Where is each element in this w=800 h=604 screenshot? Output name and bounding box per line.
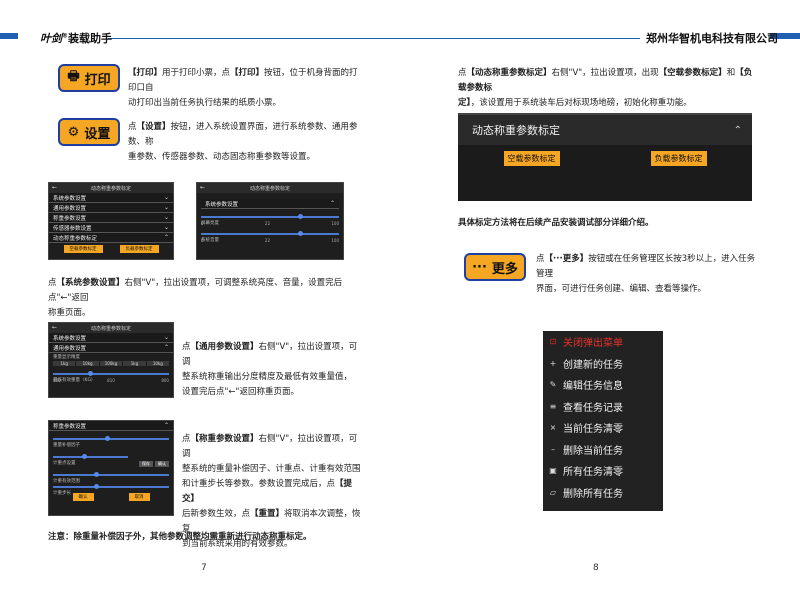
header-company: 郑州华智机电科技有限公司 [646,32,778,45]
printer-icon: 🖶 [67,69,80,84]
list-icon: ≡ [549,401,557,411]
weigh-point-slider: 计重点设置 [53,449,169,466]
empty-load-calibration-button[interactable]: 空载参数标定 [503,151,560,166]
list-item: 称重参数设置 ⌃ [49,421,173,431]
close-menu-icon: ⊡ [549,337,557,347]
header-rule-right [400,38,640,39]
header-accent-left [0,33,18,39]
back-arrow-icon: ← [200,184,206,191]
menu-item-clear-current[interactable]: × 当前任务清零 [543,417,663,439]
menu-item-edit[interactable]: ✎ 编辑任务信息 [543,374,663,396]
more-description: 点【···更多】按钮或在任务管理区长按3秒以上，进入任务管理 界面，可进行任务创建… [536,254,756,294]
menu-item-records[interactable]: ≡ 查看任务记录 [543,396,663,418]
screenshot-system-settings: ← 动态称重参数标定 系统参数设置 ⌃ 屏幕亮度 0 22 100 系统音量 0 22 10… [196,182,344,260]
chevron-down-icon: ⌄ [163,194,169,201]
pencil-icon: ✎ [549,380,557,390]
menu-item-close[interactable]: ⊡ 关闭弹出菜单 [543,331,663,353]
print-button-label: 打印 [84,72,111,88]
panel-title: 动态称重参数标定 [472,124,560,137]
chevron-up-icon: ⌃ [163,234,169,241]
note-text: 注意：除重量补偿因子外，其他参数调整均需重新进行动态称重标定。 [48,532,312,542]
settings-description: 点【设置】按钮，进入系统设置界面，进行系统参数、通用参数、称 重参数、传感器参数、… [128,122,358,162]
dynamic-calibration-description: 点【动态称重参数标定】右侧"V"，拉出设置项，出现【空载参数标定】和【负载参数标… [458,68,753,108]
page-number-left: 7 [201,563,207,573]
settings-button[interactable]: ⚙ 设置 [58,118,120,146]
list-item: 传感器参数设置 ⌄ [49,223,173,233]
gear-icon: ⚙ [67,124,80,140]
menu-item-create[interactable]: + 创建新的任务 [543,353,663,375]
x-icon: × [549,423,557,433]
full-load-calibration-button[interactable]: 负载参数标定 [650,151,707,166]
chevron-down-icon: ⌄ [163,204,169,211]
print-button[interactable]: 🖶 打印 [58,64,120,92]
chevron-up-icon: ⌃ [163,422,169,429]
print-description: 【打印】用于打印小票，点【打印】按钮，位于机身背面的打印口自 动打印出当前任务执行… [128,68,358,108]
task-popup-menu: ⊡ 关闭弹出菜单 + 创建新的任务 ✎ 编辑任务信息 ≡ 查看任务记录 × 当前任务清零 … [543,331,663,511]
list-item: 通用参数设置 ⌃ [49,343,173,353]
list-item: 系统参数设置 ⌃ [201,199,339,209]
list-item: 动态称重参数标定 ⌃ [49,233,173,243]
volume-slider: 系统音量 [201,226,339,243]
chevron-down-icon: ⌄ [163,214,169,221]
chevron-up-icon: ⌃ [163,344,169,351]
page-number-right: 8 [593,563,599,573]
list-item: 系统参数设置 ⌄ [49,333,173,343]
brand-logo: 叶剑 [40,32,62,45]
weigh-step-slider: 计重步长 [53,479,169,496]
more-button-label: 更多 [491,261,518,277]
clear-all-icon: ▣ [549,466,557,476]
chevron-up-icon: ⌃ [329,200,335,207]
back-arrow-icon: ← [52,324,58,331]
general-settings-description: 点【通用参数设置】右侧"V"，拉出设置项，可调 整系统称重输出分度精度及最低有效重… [182,342,358,397]
dynamic-calibration-panel: 动态称重参数标定 ⌃ 空载参数标定 负载参数标定 [458,113,752,201]
more-button[interactable]: ··· 更多 [464,253,526,281]
header-brand: 叶剑®装载助手 [40,30,112,46]
weigh-range-slider: 计重有效范围 [53,467,169,484]
app-name: 装载助手 [68,32,112,45]
list-item: 称重参数设置 ⌄ [49,213,173,223]
plus-icon: + [549,358,557,368]
chevron-up-icon[interactable]: ⌃ [734,125,742,136]
system-settings-description: 点【系统参数设置】右侧"V"，拉出设置项，可调整系统亮度、音量，设置完后点"←"… [48,278,343,318]
menu-item-delete-current[interactable]: – 删除当前任务 [543,439,663,461]
calibration-note: 具体标定方法将在后续产品安装调试部分详细介绍。 [458,218,654,228]
screenshot-settings-list: ← 动态称重参数标定 系统参数设置 ⌄ 通用参数设置 ⌄ 称重参数设置 ⌄ 传感器参数设… [48,182,174,260]
minus-icon: – [551,444,555,454]
menu-item-clear-all[interactable]: ▣ 所有任务清零 [543,460,663,482]
compensation-slider: 重量补偿因子 [53,431,169,448]
chevron-down-icon: ⌄ [163,334,169,341]
min-weight-slider: 最低有效重量（KG） [53,366,169,383]
list-item: 通用参数设置 ⌄ [49,203,173,213]
brightness-slider: 屏幕亮度 [201,209,339,226]
header-rule-left [108,38,400,39]
ellipsis-icon: ··· [472,259,487,275]
settings-button-label: 设置 [84,126,111,142]
menu-item-delete-all[interactable]: ▱ 删除所有任务 [543,482,663,504]
list-item: 系统参数设置 ⌄ [49,193,173,203]
back-arrow-icon: ← [52,184,58,191]
screenshot-weighing-settings: 称重参数设置 ⌃ 重量补偿因子 计重点设置 保存 确认 计重有效范围 计重步长 确… [48,420,174,516]
chevron-down-icon: ⌄ [163,224,169,231]
screenshot-general-settings: ← 动态称重参数标定 系统参数设置 ⌄ 通用参数设置 ⌃ 重量显示精度 1kg 10k… [48,322,174,398]
eraser-icon: ▱ [549,487,557,497]
